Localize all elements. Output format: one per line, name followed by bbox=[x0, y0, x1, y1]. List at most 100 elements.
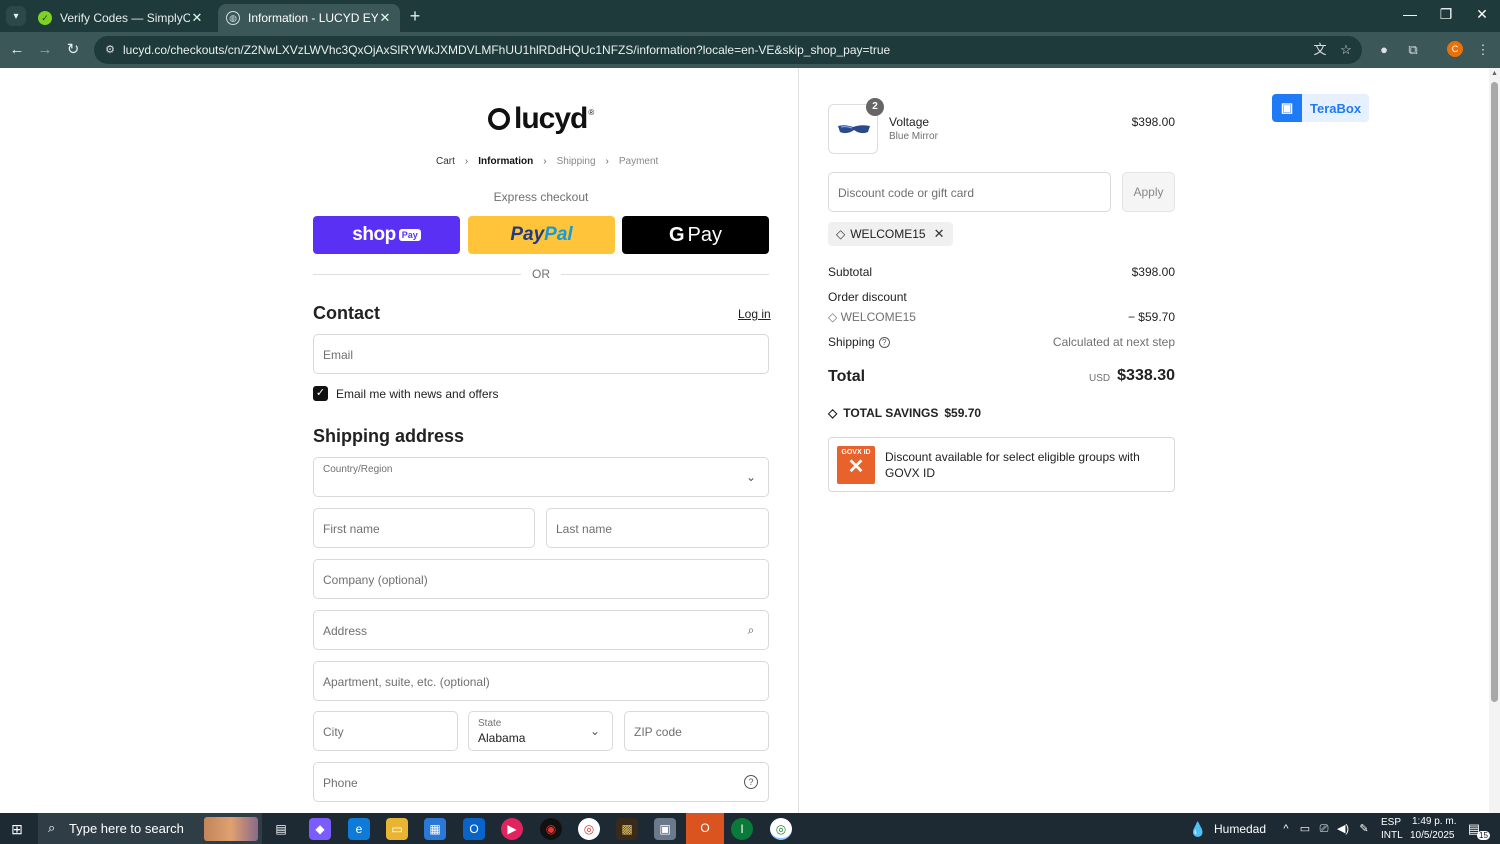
scrollbar-thumb[interactable] bbox=[1491, 82, 1498, 702]
company-field[interactable]: Company (optional) bbox=[313, 559, 769, 599]
forward-icon[interactable]: → bbox=[35, 40, 55, 60]
discount-code-label: WELCOME15 bbox=[840, 310, 916, 324]
terabox-extension-button[interactable]: ▣ TeraBox bbox=[1272, 94, 1369, 122]
extensions-puzzle-icon[interactable]: ⧉ bbox=[1404, 41, 1422, 59]
breadcrumb-payment: Payment bbox=[618, 156, 659, 167]
discount-code-input[interactable]: Discount code or gift card bbox=[828, 172, 1111, 212]
reload-icon[interactable]: ↻ bbox=[63, 40, 83, 60]
first-name-field[interactable]: First name bbox=[313, 508, 535, 548]
help-icon[interactable]: ? bbox=[744, 775, 758, 789]
chevron-up-icon[interactable]: ^ bbox=[1278, 821, 1294, 837]
email-placeholder: Email bbox=[323, 348, 354, 362]
back-icon[interactable]: ← bbox=[7, 40, 27, 60]
task-view-icon[interactable]: ▤ bbox=[270, 818, 292, 840]
last-name-field[interactable]: Last name bbox=[546, 508, 769, 548]
search-icon: ⌕ bbox=[48, 820, 56, 835]
chevron-down-icon: ⌄ bbox=[745, 470, 757, 484]
state-select[interactable]: State Alabama ⌄ bbox=[468, 711, 613, 751]
zip-field[interactable]: ZIP code bbox=[624, 711, 769, 751]
scroll-up-icon[interactable]: ▲ bbox=[1491, 70, 1498, 78]
weather-text[interactable]: Humedad bbox=[1214, 822, 1266, 836]
extension-icon[interactable]: ● bbox=[1375, 41, 1393, 59]
store-icon[interactable]: ▦ bbox=[424, 818, 446, 840]
clock-time[interactable]: 1:49 p. m. bbox=[1412, 816, 1456, 827]
product-name: Voltage bbox=[889, 115, 930, 129]
site-info-icon[interactable]: ⚙ bbox=[102, 42, 118, 58]
edge-icon[interactable]: e bbox=[348, 818, 370, 840]
google-pay-button[interactable]: G Pay bbox=[622, 216, 769, 254]
weather-drop-icon[interactable]: 💧 bbox=[1189, 821, 1206, 837]
clock-date[interactable]: 10/5/2025 bbox=[1410, 830, 1455, 841]
language-text[interactable]: ESP bbox=[1381, 817, 1401, 828]
email-field[interactable]: Email bbox=[313, 334, 769, 374]
newsletter-checkbox[interactable]: ✓ bbox=[313, 386, 328, 401]
apply-button[interactable]: Apply bbox=[1122, 172, 1175, 212]
address-field[interactable]: Address ⌕ bbox=[313, 610, 769, 650]
newsletter-label[interactable]: Email me with news and offers bbox=[336, 387, 499, 401]
network-icon[interactable]: ⎚ bbox=[1316, 821, 1332, 837]
paypal-text-b: Pal bbox=[544, 224, 573, 245]
close-tab-icon[interactable]: ✕ bbox=[378, 10, 392, 26]
volume-icon[interactable]: ◀) bbox=[1335, 821, 1351, 837]
applied-code-text: WELCOME15 bbox=[850, 227, 926, 241]
minimize-icon[interactable]: — bbox=[1400, 6, 1420, 22]
browser-tab-lucyd[interactable]: ◍ Information - LUCYD EYEWEAR ✕ bbox=[218, 4, 400, 32]
address-bar[interactable]: ⚙ lucyd.co/checkouts/cn/Z2NwLXVzLWVhc3Qx… bbox=[94, 36, 1362, 64]
minecraft-icon[interactable]: ▩ bbox=[616, 818, 638, 840]
country-select[interactable]: Country/Region ⌄ bbox=[313, 457, 769, 497]
outlook-icon[interactable]: O bbox=[463, 818, 485, 840]
govx-banner[interactable]: GOVX ID ✕ Discount available for select … bbox=[828, 437, 1175, 492]
paypal-button[interactable]: Pay Pal bbox=[468, 216, 615, 254]
browser-tab-bar: ▾ ✓ Verify Codes — SimplyCodes ✕ ◍ Infor… bbox=[0, 0, 1500, 32]
url-text[interactable]: lucyd.co/checkouts/cn/Z2NwLXVzLWVhc3QxOj… bbox=[123, 43, 890, 57]
pen-icon[interactable]: ✎ bbox=[1356, 821, 1372, 837]
chevron-right-icon: › bbox=[543, 156, 547, 167]
or-divider-right bbox=[561, 274, 769, 275]
browser-tab-simplycodes[interactable]: ✓ Verify Codes — SimplyCodes ✕ bbox=[30, 4, 212, 32]
apartment-field[interactable]: Apartment, suite, etc. (optional) bbox=[313, 661, 769, 701]
total-label: Total bbox=[828, 368, 866, 385]
help-icon[interactable]: ? bbox=[878, 337, 890, 349]
copilot-icon[interactable]: ◆ bbox=[309, 818, 331, 840]
registered-mark: ® bbox=[588, 107, 595, 117]
windows-start-icon[interactable]: ⊞ bbox=[8, 820, 26, 838]
app-i-icon[interactable]: I bbox=[731, 818, 753, 840]
logo-text: lucyd bbox=[514, 102, 588, 135]
globe-icon: ◍ bbox=[226, 11, 240, 25]
meet-icon[interactable]: ▭ bbox=[1297, 821, 1313, 837]
app-window-icon[interactable]: ▣ bbox=[654, 818, 676, 840]
phone-field[interactable]: Phone ? bbox=[313, 762, 769, 802]
paypal-text-a: Pay bbox=[510, 224, 545, 245]
state-value: Alabama bbox=[478, 731, 526, 745]
search-icon: ⌕ bbox=[747, 623, 755, 637]
contact-title: Contact bbox=[313, 303, 380, 323]
breadcrumb-cart[interactable]: Cart bbox=[436, 156, 455, 167]
shipping-value: Calculated at next step bbox=[1052, 335, 1175, 349]
applied-code-chip: ◇ WELCOME15 ✕ bbox=[828, 222, 953, 246]
translate-icon[interactable]: 文 bbox=[1312, 42, 1328, 58]
tab-search-dropdown-icon[interactable]: ▾ bbox=[6, 6, 26, 26]
menu-kebab-icon[interactable]: ⋮ bbox=[1474, 41, 1492, 59]
shop-pay-button[interactable]: shop Pay bbox=[313, 216, 460, 254]
log-in-link[interactable]: Log in bbox=[738, 307, 771, 321]
profile-avatar[interactable]: C bbox=[1447, 41, 1463, 57]
file-explorer-icon[interactable]: ▭ bbox=[386, 818, 408, 840]
chrome-profile-icon[interactable]: ◎ bbox=[770, 818, 792, 840]
taskbar-search[interactable]: ⌕ Type here to search bbox=[38, 813, 262, 844]
music-app-icon[interactable]: ▶ bbox=[501, 818, 523, 840]
opera-icon[interactable]: O bbox=[686, 813, 724, 844]
close-tab-icon[interactable]: ✕ bbox=[190, 10, 204, 26]
chrome-icon[interactable]: ◎ bbox=[578, 818, 600, 840]
remove-code-icon[interactable]: ✕ bbox=[934, 226, 945, 242]
chevron-right-icon: › bbox=[464, 156, 469, 167]
new-tab-button[interactable]: + bbox=[406, 6, 424, 27]
keyboard-layout-text[interactable]: INTL bbox=[1381, 830, 1403, 841]
lucyd-logo[interactable]: lucyd ® bbox=[488, 102, 594, 136]
address-placeholder: Address bbox=[323, 624, 368, 638]
bookmark-star-icon[interactable]: ☆ bbox=[1338, 42, 1354, 58]
restore-icon[interactable]: ❐ bbox=[1436, 6, 1456, 23]
page-scrollbar[interactable]: ▲ bbox=[1489, 68, 1500, 813]
media-app-icon[interactable]: ◉ bbox=[540, 818, 562, 840]
close-window-icon[interactable]: ✕ bbox=[1472, 6, 1492, 23]
city-field[interactable]: City bbox=[313, 711, 458, 751]
